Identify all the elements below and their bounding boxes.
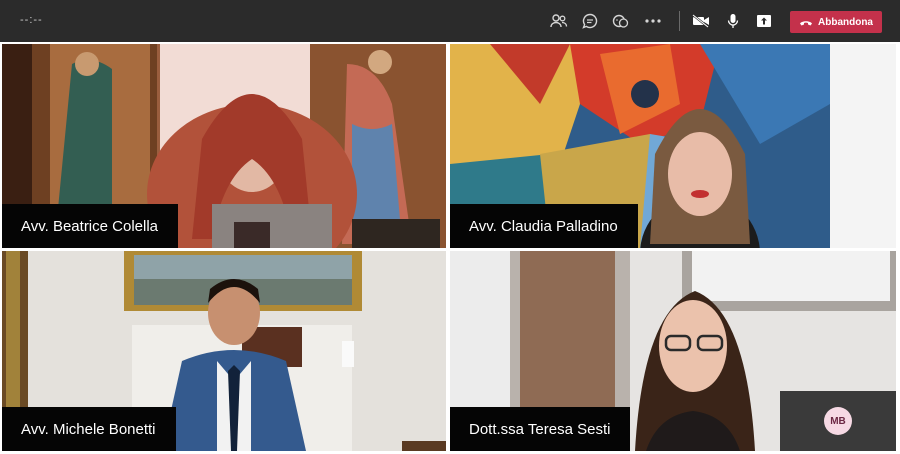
participants-icon [550, 14, 568, 28]
camera-toggle-button[interactable] [691, 11, 711, 31]
microphone-toggle-button[interactable] [723, 11, 743, 31]
leave-call-label: Abbandona [818, 16, 873, 28]
avatar: MB [824, 407, 852, 435]
chat-button[interactable] [580, 11, 600, 31]
participant-name-tag: Avv. Michele Bonetti [2, 407, 176, 451]
microphone-icon [727, 14, 739, 28]
video-tile-2[interactable]: Avv. Claudia Palladino [450, 44, 896, 248]
participant-name-tag: Avv. Beatrice Colella [2, 204, 179, 248]
share-screen-icon [757, 15, 771, 27]
participant-name: Avv. Beatrice Colella [21, 217, 159, 235]
toolbar-divider [679, 11, 680, 31]
camera-off-icon [692, 14, 709, 28]
reactions-icon [612, 14, 629, 28]
video-tile-3[interactable]: Avv. Michele Bonetti [2, 251, 446, 451]
participant-name: Avv. Claudia Palladino [469, 217, 618, 235]
self-view-tile[interactable]: MB [780, 391, 896, 451]
chat-icon [582, 13, 598, 29]
participant-name-tag: Dott.ssa Teresa Sesti [450, 407, 631, 451]
reactions-button[interactable] [611, 11, 631, 31]
participants-button[interactable] [549, 11, 569, 31]
participant-name: Avv. Michele Bonetti [21, 420, 156, 438]
more-icon [645, 19, 661, 23]
more-options-button[interactable] [643, 11, 663, 31]
participant-name: Dott.ssa Teresa Sesti [469, 420, 611, 438]
participant-name-tag: Avv. Claudia Palladino [450, 204, 638, 248]
video-tile-1[interactable]: Avv. Beatrice Colella [2, 44, 446, 248]
hang-up-icon [800, 20, 812, 25]
meeting-toolbar: --:-- Abbandona [0, 0, 900, 42]
share-screen-button[interactable] [754, 11, 774, 31]
leave-call-button[interactable]: Abbandona [790, 11, 882, 33]
call-timer: --:-- [20, 14, 43, 26]
